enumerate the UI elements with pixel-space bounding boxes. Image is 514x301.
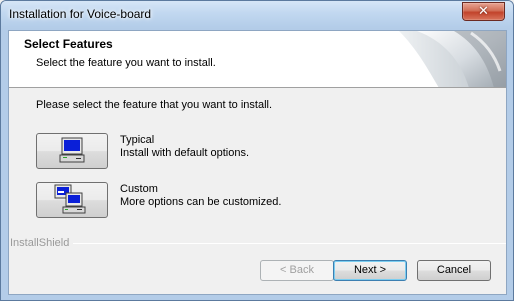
page-curl-graphic: [399, 31, 506, 87]
dialog-body: Select Features Select the feature you w…: [8, 30, 507, 295]
close-button[interactable]: ✕: [462, 2, 505, 21]
window-title: Installation for Voice-board: [9, 7, 152, 21]
page-subtitle: Select the feature you want to install.: [36, 57, 216, 69]
cancel-button[interactable]: Cancel: [417, 260, 491, 281]
typical-option-name: Typical: [120, 134, 155, 146]
typical-option-button[interactable]: [36, 133, 108, 169]
feature-prompt: Please select the feature that you want …: [36, 99, 273, 111]
computer-icon: [59, 137, 85, 163]
footer-divider: [73, 243, 506, 244]
custom-option-text: Custom More options can be customized.: [120, 183, 281, 209]
typical-option-description: Install with default options.: [120, 147, 250, 159]
page-title: Select Features: [24, 37, 113, 51]
typical-option-text: Typical Install with default options.: [120, 134, 249, 160]
installshield-brand: InstallShield: [10, 237, 70, 249]
custom-setup-icon: [54, 184, 86, 214]
custom-option-description: More options can be customized.: [120, 196, 282, 208]
custom-option-button[interactable]: [36, 182, 108, 218]
close-icon: ✕: [478, 4, 489, 19]
header-panel: Select Features Select the feature you w…: [9, 31, 506, 88]
next-button[interactable]: Next >: [333, 260, 407, 281]
custom-option-name: Custom: [120, 183, 158, 195]
back-button[interactable]: < Back: [260, 260, 334, 281]
title-bar[interactable]: Installation for Voice-board ✕: [1, 1, 513, 27]
installer-window: Installation for Voice-board ✕ Select Fe…: [0, 0, 514, 301]
